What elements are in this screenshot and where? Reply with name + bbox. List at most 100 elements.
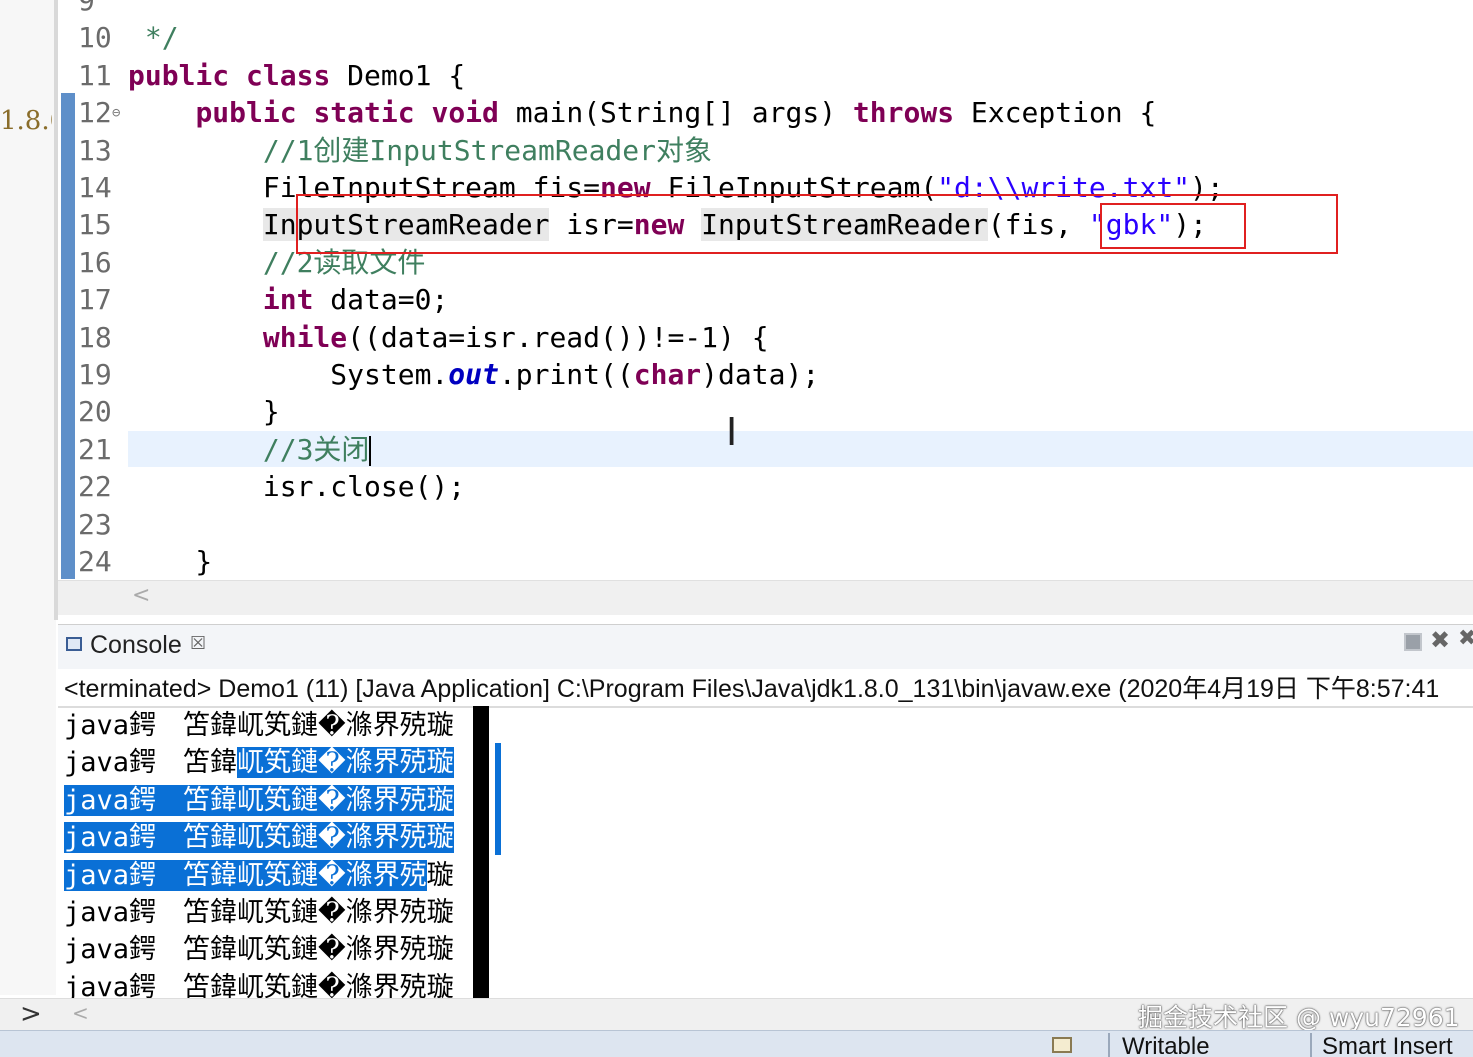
code-line[interactable]: 20 } <box>58 393 1473 430</box>
code-line[interactable]: 11 public class Demo1 { <box>58 57 1473 94</box>
output-text: 笘鍏 <box>156 747 238 779</box>
line-number: 16 <box>78 245 112 279</box>
code-token: out <box>448 358 499 391</box>
code-token: } <box>128 545 213 578</box>
code-line[interactable]: 24 } <box>58 543 1473 580</box>
code-token: while <box>262 320 348 354</box>
line-number: 20 <box>78 395 112 429</box>
code-line[interactable]: 9 <box>58 0 1473 19</box>
line-number: 21 <box>78 432 112 466</box>
output-java-text: java鍔 <box>64 822 157 854</box>
code-token: ((data=isr.read())!=-1) { <box>347 320 769 354</box>
console-output-line: java鍔 笘鍏屼笂鏈�滌界殑璇 <box>64 969 454 999</box>
output-text: 笘鍏屼笂鏈�滌界殑璇 <box>156 971 454 999</box>
code-token: throws <box>852 96 955 130</box>
output-black-block <box>473 706 489 998</box>
console-output-line: java鍔 笘鍏屼笂鏈�滌界殑璇 <box>64 894 454 931</box>
code-line[interactable]: 18 while((data=isr.read())!=-1) { <box>58 319 1473 356</box>
code-text[interactable]: public static void main(String[] args) t… <box>128 94 1156 131</box>
code-line[interactable]: 22 isr.close(); <box>58 468 1473 505</box>
close-tab-icon[interactable]: ☒ <box>190 633 206 654</box>
code-text[interactable]: isr.close(); <box>128 468 465 505</box>
output-java-text: java鍔 <box>64 784 157 816</box>
line-number: 18 <box>78 320 112 354</box>
status-writable: Writable <box>1122 1033 1210 1057</box>
line-number: 13 <box>78 133 112 167</box>
scroll-left-arrow-icon[interactable]: < <box>132 583 150 608</box>
code-text[interactable]: */ <box>128 19 179 56</box>
code-line[interactable]: 13 //1创建InputStreamReader对象 <box>58 132 1473 169</box>
status-bar: Writable Smart Insert <box>0 1030 1473 1057</box>
output-java-text: java鍔 <box>64 897 157 928</box>
output-java-text: java鍔 <box>64 710 157 741</box>
watermark: 掘金技术社区 @ wyu72961 <box>1138 1003 1460 1032</box>
code-line[interactable]: 21 //3关闭 <box>58 431 1473 468</box>
code-token: public <box>195 96 297 130</box>
remove-all-icon[interactable]: ✖ <box>1458 626 1473 651</box>
terminate-icon[interactable] <box>1404 633 1422 651</box>
code-line[interactable]: 19 System.out.print((char)data); <box>58 356 1473 393</box>
status-separator <box>1108 1033 1110 1057</box>
code-text[interactable]: public class Demo1 { <box>128 57 465 94</box>
expand-chevron-icon[interactable]: > <box>20 999 42 1029</box>
line-number: 15 <box>78 208 112 242</box>
output-selected-text: 笘鍏屼笂鏈�滌界殑璇 <box>156 822 454 854</box>
code-token: isr.close(); <box>128 470 466 504</box>
code-token: )data); <box>701 358 820 391</box>
code-token: //1创建InputStreamReader对象 <box>262 133 713 167</box>
code-text[interactable]: while((data=isr.read())!=-1) { <box>128 319 769 356</box>
line-number: 14 <box>78 171 112 204</box>
line-number: 19 <box>78 358 112 391</box>
console-status-line: <terminated> Demo1 (11) [Java Applicatio… <box>64 675 1440 703</box>
output-text: 笘鍏屼笂鏈�滌界殑璇 <box>156 710 454 741</box>
code-text[interactable]: } <box>128 543 212 580</box>
code-token: Demo1 { <box>330 58 466 92</box>
code-line[interactable]: 23 <box>58 506 1473 543</box>
output-selected-text: 屼笂鏈�滌界殑璇 <box>237 747 454 779</box>
code-text[interactable]: } <box>128 393 280 430</box>
code-text[interactable]: System.out.print((char)data); <box>128 356 819 393</box>
code-token: .print(( <box>498 358 634 391</box>
code-line[interactable]: 12 public static void main(String[] args… <box>58 94 1473 131</box>
code-editor[interactable]: ⊖ 9 10 */11 public class Demo1 {12 public … <box>58 0 1473 620</box>
console-output-line: java鍔 笘鍏屼笂鏈�滌界殑璇 <box>64 782 454 819</box>
code-line[interactable]: 17 int data=0; <box>58 281 1473 318</box>
code-token: Exception { <box>954 96 1157 130</box>
output-selected-text: 笘鍏屼笂鏈�滌界殑 <box>156 859 427 891</box>
console-tab-bar: Console ☒ ✖ ✖ <box>58 625 1473 669</box>
code-token: public <box>128 58 230 92</box>
output-text: 璇 <box>426 859 454 891</box>
code-text[interactable]: //3关闭 <box>128 431 372 468</box>
code-text[interactable]: //1创建InputStreamReader对象 <box>128 132 712 169</box>
code-token: data=0; <box>313 283 449 317</box>
console-output-line: java鍔 笘鍏屼笂鏈�滌界殑璇 <box>64 744 454 781</box>
code-token: System. <box>128 358 449 391</box>
code-token: char <box>633 358 702 391</box>
code-line[interactable]: 10 */ <box>58 19 1473 56</box>
editor-horizontal-scrollbar[interactable]: < <box>58 580 1473 615</box>
code-token: //3关闭 <box>262 432 370 466</box>
remove-launch-icon[interactable]: ✖ <box>1430 626 1450 654</box>
output-selected-text: 笘鍏屼笂鏈�滌界殑璇 <box>156 784 454 816</box>
code-token: */ <box>128 21 179 55</box>
code-token: static <box>313 96 415 130</box>
line-number: 10 <box>78 21 112 55</box>
mouse-ibeam-cursor-icon: I <box>726 410 738 454</box>
code-token: class <box>246 58 331 92</box>
console-view: Console ☒ ✖ ✖ <terminated> Demo1 (11) [J… <box>58 624 1473 999</box>
tab-console[interactable]: Console <box>90 631 182 660</box>
console-output-line: java鍔 笘鍏屼笂鏈�滌界殑璇 <box>64 857 454 894</box>
output-java-text: java鍔 <box>64 747 157 779</box>
code-text[interactable]: int data=0; <box>128 281 448 318</box>
line-number: 23 <box>78 507 112 541</box>
console-output-line: java鍔 笘鍏屼笂鏈�滌界殑璇 <box>64 707 454 744</box>
code-token: } <box>128 395 280 429</box>
scroll-left-arrow-icon[interactable]: < <box>72 1001 89 1025</box>
